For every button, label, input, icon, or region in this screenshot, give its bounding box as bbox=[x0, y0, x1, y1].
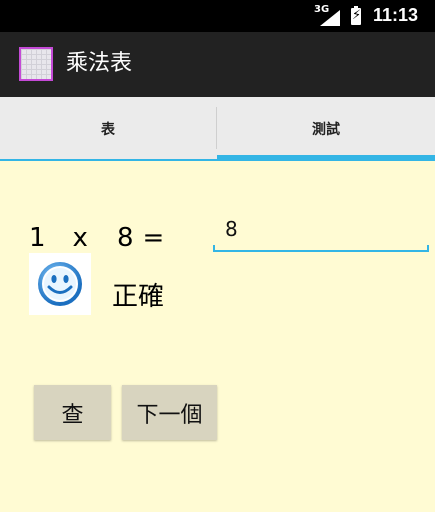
answer-input-underline bbox=[213, 245, 429, 252]
answer-input[interactable]: 8 bbox=[213, 214, 429, 252]
result-text: 正確 bbox=[112, 282, 165, 312]
smiley-face-icon bbox=[29, 253, 91, 315]
action-bar: 乘法表 bbox=[0, 32, 435, 97]
next-button[interactable]: 下一個 bbox=[122, 385, 217, 440]
operator: x bbox=[72, 223, 88, 253]
operand-a: 1 bbox=[29, 223, 46, 253]
tab-bar: 表 測試 bbox=[0, 97, 435, 161]
status-time: 11:13 bbox=[373, 5, 419, 25]
equals-sign: = bbox=[142, 223, 165, 253]
status-bar: 3G ⚡ 11:13 bbox=[0, 0, 435, 32]
question-expression: 1 x 8 = bbox=[29, 221, 164, 255]
operand-b: 8 bbox=[116, 223, 134, 253]
app-icon[interactable] bbox=[19, 47, 53, 81]
signal-icon bbox=[320, 10, 340, 26]
app-title: 乘法表 bbox=[66, 51, 133, 76]
answer-input-value[interactable]: 8 bbox=[225, 217, 238, 241]
charging-bolt-icon: ⚡ bbox=[352, 8, 362, 23]
tab-table[interactable]: 表 bbox=[0, 97, 216, 161]
check-button[interactable]: 查 bbox=[34, 385, 111, 440]
tab-test[interactable]: 測試 bbox=[217, 97, 435, 161]
selected-tab-indicator bbox=[217, 155, 435, 161]
